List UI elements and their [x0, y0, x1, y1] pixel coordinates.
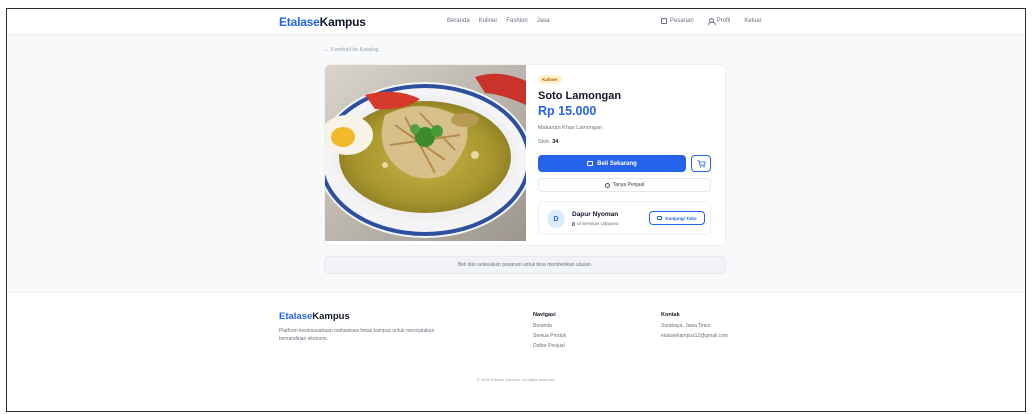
footer-contact-address: Surabaya, Jawa Timur — [661, 323, 711, 329]
shopping-bag-icon — [587, 161, 594, 166]
nav-link-jasa[interactable]: Jasa — [537, 18, 550, 24]
navbar: EtalaseKampus Beranda Kuliner Fashion Ja… — [7, 9, 1025, 35]
orders-link[interactable]: Pesanan — [661, 18, 694, 24]
review-notice: Beli dan selesaikan pesanan untuk bisa m… — [324, 256, 726, 274]
location-pin-icon — [572, 221, 575, 226]
user-icon — [707, 18, 716, 25]
brand-logo[interactable]: EtalaseKampus — [279, 15, 366, 29]
buy-now-button[interactable]: Beli Sekarang — [538, 155, 686, 172]
ask-seller-button[interactable]: Tanya Penjual — [538, 178, 711, 192]
store-icon — [657, 216, 663, 220]
browser-frame: EtalaseKampus Beranda Kuliner Fashion Ja… — [6, 8, 1026, 412]
footer-description: Platform kewirausahaan mahasiswa lintas … — [279, 328, 435, 342]
profile-link[interactable]: Profil — [707, 18, 730, 25]
nav-link-fashion[interactable]: Fashion — [506, 18, 527, 24]
footer: EtalaseKampus Platform kewirausahaan mah… — [7, 292, 1025, 411]
product-detail: Kuliner Soto Lamongan Rp 15.000 Makanan … — [538, 65, 716, 245]
nav-actions: Pesanan Profil Keluar — [661, 18, 762, 25]
logout-link[interactable]: Keluar — [744, 18, 761, 24]
footer-link-daftar-penjual[interactable]: Daftar Penjual — [533, 343, 566, 349]
visit-store-button[interactable]: Kunjungi Toko — [649, 211, 705, 225]
footer-link-semua-produk[interactable]: Semua Produk — [533, 333, 566, 339]
footer-contact-column: Kontak Surabaya, Jawa Timur etalasekampu… — [661, 312, 728, 343]
seller-card: D Dapur Nyoman Universitas Udayana Kunju… — [538, 201, 711, 235]
product-name: Soto Lamongan — [538, 90, 622, 102]
footer-contact-email[interactable]: etalasekampus12@gmail.com — [661, 333, 728, 339]
back-to-catalog-link[interactable]: ← Kembali ke Katalog — [324, 47, 378, 53]
footer-contact-title: Kontak — [661, 312, 680, 318]
chat-icon — [604, 182, 610, 188]
add-to-cart-button[interactable] — [691, 155, 711, 172]
seller-campus: Universitas Udayana — [572, 221, 619, 226]
seller-avatar: D — [547, 210, 565, 228]
nav-link-beranda[interactable]: Beranda — [447, 18, 470, 24]
product-stock: Stok: 34 — [538, 139, 559, 145]
product-price: Rp 15.000 — [538, 104, 597, 118]
footer-brand: EtalaseKampus — [279, 311, 350, 322]
footer-nav-column: Navigasi Beranda Semua Produk Daftar Pen… — [533, 312, 566, 353]
shopping-bag-icon — [661, 18, 667, 24]
product-description: Makanan Khas Lamongan — [538, 125, 603, 131]
footer-copyright: © 2026 Etalase Kampus. All rights reserv… — [476, 377, 556, 382]
footer-link-beranda[interactable]: Beranda — [533, 323, 566, 329]
seller-name: Dapur Nyoman — [572, 211, 619, 218]
nav-links: Beranda Kuliner Fashion Jasa — [447, 18, 549, 24]
product-card: Kuliner Soto Lamongan Rp 15.000 Makanan … — [324, 64, 726, 246]
category-badge: Kuliner — [538, 75, 562, 84]
cart-icon — [697, 159, 706, 167]
footer-nav-title: Navigasi — [533, 312, 556, 318]
nav-link-kuliner[interactable]: Kuliner — [479, 18, 498, 24]
product-photo — [325, 65, 526, 241]
